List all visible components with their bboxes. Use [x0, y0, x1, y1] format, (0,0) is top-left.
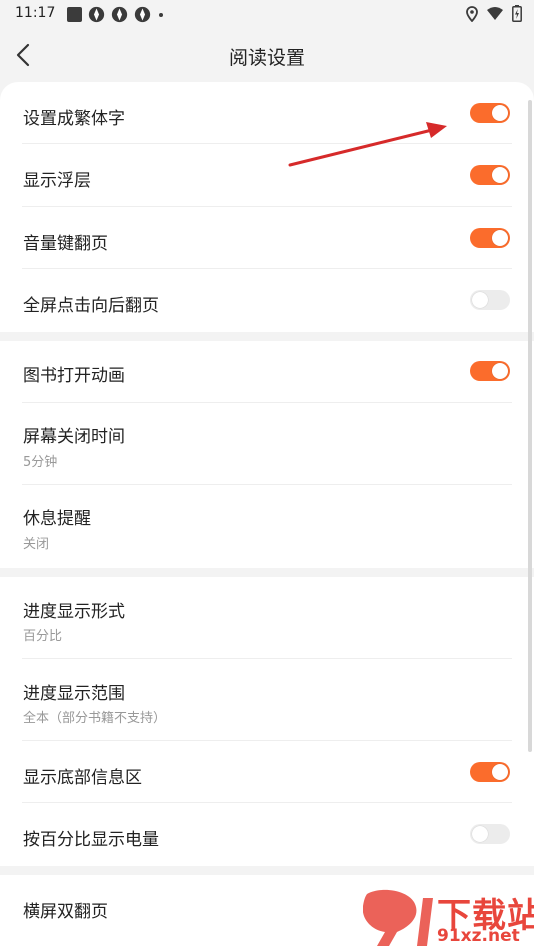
- setting-value: 关闭: [23, 537, 50, 552]
- setting-row-volume-key-page[interactable]: 音量键翻页: [0, 207, 534, 269]
- setting-value: 全本（部分书籍不支持）: [23, 711, 167, 726]
- setting-label: 进度显示形式: [23, 602, 125, 622]
- battery-icon: [512, 5, 522, 22]
- app-notification-icon: [88, 6, 105, 23]
- setting-row-rest-reminder[interactable]: 休息提醒 关闭: [0, 485, 534, 568]
- setting-row-progress-range[interactable]: 进度显示范围 全本（部分书籍不支持）: [0, 659, 534, 741]
- setting-row-progress-format[interactable]: 进度显示形式 百分比: [0, 577, 534, 659]
- app-notification-icon: [111, 6, 128, 23]
- setting-value: 5分钟: [23, 455, 58, 470]
- watermark-url: 91xz.net: [437, 926, 520, 946]
- setting-row-traditional-chinese[interactable]: 设置成繁体字: [0, 82, 534, 144]
- setting-row-screen-off-time[interactable]: 屏幕关闭时间 5分钟: [0, 403, 534, 485]
- setting-label: 全屏点击向后翻页: [23, 296, 159, 316]
- setting-row-book-open-animation[interactable]: 图书打开动画: [0, 341, 534, 403]
- app-header: 阅读设置: [0, 28, 534, 82]
- setting-label: 屏幕关闭时间: [23, 427, 125, 447]
- setting-label: 休息提醒: [23, 509, 91, 529]
- setting-label: 音量键翻页: [23, 234, 108, 254]
- settings-group-display: 设置成繁体字 显示浮层 音量键翻页 全屏点击向后翻页: [0, 82, 534, 332]
- setting-row-bottom-info[interactable]: 显示底部信息区: [0, 741, 534, 803]
- app-notification-icon: [67, 7, 82, 22]
- app-notification-icon: [134, 6, 151, 23]
- setting-label: 显示底部信息区: [23, 768, 142, 788]
- settings-group-progress: 进度显示形式 百分比 进度显示范围 全本（部分书籍不支持） 显示底部信息区 按百…: [0, 577, 534, 866]
- toggle-knob: [472, 292, 488, 308]
- toggle-knob: [492, 167, 508, 183]
- scrollbar[interactable]: [528, 100, 532, 752]
- show-overlay-toggle[interactable]: [470, 165, 510, 185]
- setting-value: 百分比: [23, 629, 63, 644]
- toggle-knob: [492, 363, 508, 379]
- bottom-info-toggle[interactable]: [470, 762, 510, 782]
- location-icon: [466, 5, 478, 22]
- setting-label: 横屏双翻页: [23, 902, 108, 922]
- battery-percent-toggle[interactable]: [470, 824, 510, 844]
- toggle-knob: [492, 230, 508, 246]
- setting-label: 设置成繁体字: [23, 109, 125, 129]
- setting-label: 图书打开动画: [23, 366, 125, 386]
- setting-label: 按百分比显示电量: [23, 830, 159, 850]
- settings-group-behavior: 图书打开动画 屏幕关闭时间 5分钟 休息提醒 关闭: [0, 341, 534, 568]
- setting-row-battery-percent[interactable]: 按百分比显示电量: [0, 803, 534, 866]
- volume-key-page-toggle[interactable]: [470, 228, 510, 248]
- page-title: 阅读设置: [228, 47, 305, 69]
- setting-row-show-overlay[interactable]: 显示浮层: [0, 144, 534, 207]
- more-notifications-dot: [159, 12, 163, 17]
- traditional-chinese-toggle[interactable]: [470, 103, 510, 123]
- toggle-knob: [472, 826, 488, 842]
- setting-row-fullscreen-tap-forward[interactable]: 全屏点击向后翻页: [0, 269, 534, 332]
- toggle-knob: [492, 105, 508, 121]
- notification-icons: [67, 6, 163, 23]
- setting-label: 进度显示范围: [23, 684, 125, 704]
- toggle-knob: [492, 764, 508, 780]
- status-time: 11:17: [15, 5, 56, 21]
- wifi-icon: [487, 7, 503, 20]
- status-bar: 11:17: [0, 0, 534, 28]
- book-open-animation-toggle[interactable]: [470, 361, 510, 381]
- fullscreen-tap-forward-toggle[interactable]: [470, 290, 510, 310]
- system-icons: [466, 5, 522, 22]
- setting-label: 显示浮层: [23, 171, 91, 191]
